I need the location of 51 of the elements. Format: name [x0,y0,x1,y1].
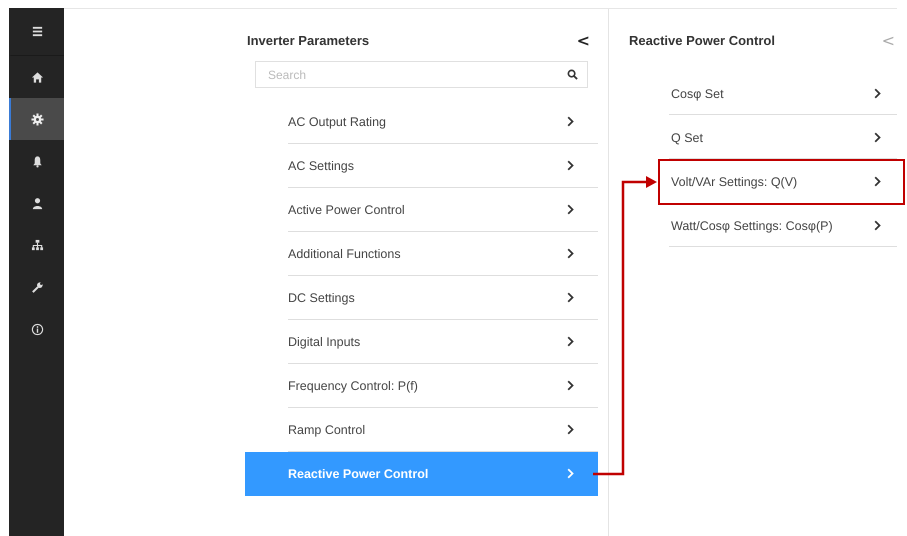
chevron-icon [567,204,574,215]
chevron-icon [874,176,881,187]
menu-item[interactable]: DC Settings [245,276,598,320]
menu-item[interactable]: Cosφ Set [658,71,905,117]
panel-title: Reactive Power Control [629,32,775,48]
chevron-icon [567,424,574,435]
chevron-icon [567,248,574,259]
menu-item[interactable]: Active Power Control [245,188,598,232]
menu-item[interactable]: Q Set [658,115,905,161]
item-label: Active Power Control [288,202,405,216]
chevron-icon [874,88,881,99]
settings-icon [31,112,44,126]
item-label: Q Set [671,130,703,144]
menu-item[interactable]: AC Settings [245,144,598,188]
chevron-icon [567,116,574,127]
menu-item[interactable]: Watt/Cosφ Settings: Cosφ(P) [658,203,905,249]
menu-item[interactable]: Additional Functions [245,232,598,276]
wrench-icon [31,280,44,294]
item-label: Ramp Control [288,422,366,436]
collapse-button[interactable]: < [570,30,608,50]
item-label: Cosφ Set [671,86,724,100]
chevron-icon [567,292,574,303]
chevron-icon [874,132,881,143]
search-field[interactable]: Search [255,61,588,88]
person-icon [31,196,44,210]
item-label: Additional Functions [288,246,401,260]
chevron-icon [567,336,574,347]
bell-icon [31,154,44,168]
panel-title: Inverter Parameters [247,32,370,48]
chevron-icon [567,468,574,479]
item-label: DC Settings [288,290,355,304]
menu-item[interactable]: Digital Inputs [245,320,598,364]
item-label: Volt/VAr Settings: Q(V) [671,174,798,188]
chevron-icon [874,220,881,231]
item-label: Reactive Power Control [288,466,428,480]
item-label: Digital Inputs [288,334,360,348]
menu-item[interactable]: Frequency Control: P(f) [245,364,598,408]
item-label: Frequency Control: P(f) [288,378,418,392]
menu-icon [31,25,44,38]
home-icon [31,70,44,84]
sidebar-item[interactable] [9,98,64,140]
menu-item[interactable]: Volt/VAr Settings: Q(V) [658,159,905,205]
info-icon [31,322,44,336]
chevron-icon [567,380,574,391]
menu-item[interactable]: AC Output Rating [245,100,598,144]
item-label: Watt/Cosφ Settings: Cosφ(P) [671,218,833,232]
item-label: AC Settings [288,158,354,172]
chevron-icon [567,160,574,171]
sitemap-icon [31,238,44,252]
search-icon [567,69,578,80]
item-label: AC Output Rating [288,114,386,128]
